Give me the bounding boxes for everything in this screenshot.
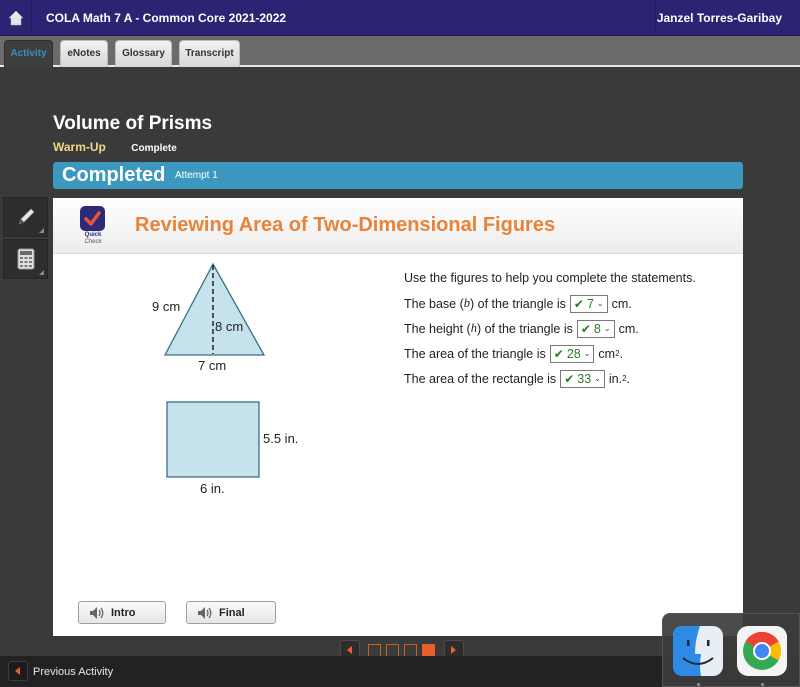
- calculator-icon: [17, 248, 34, 270]
- top-bar: COLA Math 7 A - Common Core 2021-2022 Ja…: [0, 0, 800, 36]
- statements: Use the figures to help you complete the…: [404, 264, 696, 391]
- caret-left-icon: [347, 646, 352, 654]
- answer-dropdown-height[interactable]: ✔ 8 ⌄: [576, 319, 615, 338]
- expand-corner-icon: [39, 228, 44, 233]
- rectangle-figure: [166, 401, 260, 478]
- activity-title: Reviewing Area of Two-Dimensional Figure…: [135, 214, 556, 236]
- activity-panel: Quick Check Reviewing Area of Two-Dimens…: [53, 198, 743, 636]
- tab-bar: Activity eNotes Glossary Transcript: [0, 36, 800, 67]
- finder-app-icon[interactable]: [673, 626, 723, 676]
- pencil-tool-button[interactable]: [3, 197, 48, 237]
- check-icon: ✔: [553, 346, 564, 361]
- chevron-down-icon: ⌄: [583, 349, 591, 358]
- unit-text: in.: [608, 371, 623, 386]
- statement-height: The height (h) of the triangle is ✔ 8 ⌄ cm…: [404, 316, 696, 341]
- tab-glossary[interactable]: Glossary: [115, 40, 172, 67]
- unit-text: cm.: [611, 296, 632, 311]
- dock: [662, 613, 800, 687]
- completion-banner: Completed Attempt 1: [53, 162, 743, 189]
- statement-text: The area of the rectangle is: [404, 371, 557, 386]
- previous-activity-label[interactable]: Previous Activity: [33, 666, 113, 678]
- triangle-height-label: 8 cm: [215, 319, 243, 334]
- quick-check-sublabel: Check: [84, 239, 102, 245]
- triangle-side-label: 9 cm: [152, 299, 180, 314]
- tab-activity[interactable]: Activity: [4, 40, 53, 67]
- home-icon: [7, 10, 24, 26]
- completion-label: Completed: [62, 164, 166, 186]
- statement-text: ) of the triangle is: [470, 296, 566, 311]
- page-indicator-4[interactable]: [422, 643, 435, 657]
- final-label: Final: [219, 606, 245, 619]
- page-indicators: [368, 643, 440, 657]
- statement-text: ) of the triangle is: [476, 321, 573, 336]
- statement-text: The area of the triangle is: [404, 346, 546, 361]
- instructions: Use the figures to help you complete the…: [404, 270, 696, 285]
- answer-dropdown-rectangle-area[interactable]: ✔ 33 ⌄: [560, 369, 605, 388]
- statement-text: The height (: [404, 321, 471, 336]
- user-name[interactable]: Janzel Torres-Garibay: [657, 11, 782, 25]
- section-status: Complete: [131, 143, 177, 154]
- running-indicator: [761, 683, 764, 686]
- answer-dropdown-triangle-area[interactable]: ✔ 28 ⌄: [549, 344, 595, 363]
- caret-right-icon: [451, 646, 456, 654]
- expand-corner-icon: [39, 270, 44, 275]
- pencil-icon: [17, 208, 34, 225]
- home-button[interactable]: [0, 0, 32, 36]
- statement-base: The base (b) of the triangle is ✔ 7 ⌄ cm.: [404, 291, 696, 316]
- section-label: Warm-Up: [53, 140, 106, 154]
- chevron-down-icon: ⌄: [594, 374, 601, 383]
- attempt-label: Attempt 1: [175, 170, 218, 181]
- tab-transcript[interactable]: Transcript: [179, 40, 240, 67]
- answer-dropdown-base[interactable]: ✔ 7 ⌄: [569, 294, 608, 313]
- intro-label: Intro: [111, 606, 136, 619]
- statement-rectangle-area: The area of the rectangle is ✔ 33 ⌄ in. 2.: [404, 366, 696, 391]
- unit-text: cm: [598, 346, 616, 361]
- chevron-down-icon: ⌄: [603, 324, 611, 333]
- activity-header: Quick Check Reviewing Area of Two-Dimens…: [53, 198, 743, 254]
- punctuation: .: [626, 371, 630, 386]
- speaker-icon: [198, 606, 212, 619]
- calculator-tool-button[interactable]: [3, 239, 48, 279]
- running-indicator: [697, 683, 700, 686]
- answer-value: 28: [566, 346, 581, 361]
- lesson-title: Volume of Prisms: [53, 113, 213, 134]
- statement-triangle-area: The area of the triangle is ✔ 28 ⌄ cm 2.: [404, 341, 696, 366]
- check-icon: ✔: [564, 371, 575, 386]
- speaker-icon: [90, 606, 104, 619]
- previous-activity-button[interactable]: [8, 661, 28, 681]
- rectangle-height-label: 5.5 in.: [263, 431, 298, 446]
- quick-check-icon: [80, 206, 105, 231]
- answer-value: 8: [593, 321, 601, 336]
- statement-text: The base (: [404, 296, 464, 311]
- final-audio-button[interactable]: Final: [186, 601, 276, 624]
- page-indicator-3[interactable]: [404, 643, 417, 657]
- figures: 9 cm 8 cm 7 cm 5.5 in. 6 in.: [152, 262, 298, 496]
- chevron-down-icon: ⌄: [596, 299, 604, 308]
- caret-left-icon: [15, 667, 20, 675]
- answer-value: 33: [577, 371, 592, 386]
- lesson-subnav: Warm-Up Complete: [53, 140, 177, 154]
- page-indicator-1[interactable]: [368, 643, 381, 657]
- course-title: COLA Math 7 A - Common Core 2021-2022: [46, 11, 287, 25]
- answer-value: 7: [586, 296, 594, 311]
- chrome-app-icon[interactable]: [737, 626, 787, 676]
- unit-text: cm.: [618, 321, 639, 336]
- intro-audio-button[interactable]: Intro: [78, 601, 166, 624]
- triangle-base-label: 7 cm: [198, 358, 226, 373]
- rectangle-width-label: 6 in.: [200, 481, 225, 496]
- check-icon: ✔: [580, 321, 591, 336]
- tool-sidebar: [3, 197, 48, 281]
- quick-check-label: Quick: [84, 232, 102, 238]
- page-indicator-2[interactable]: [386, 643, 399, 657]
- tab-enotes[interactable]: eNotes: [60, 40, 108, 67]
- punctuation: .: [619, 346, 624, 361]
- check-icon: ✔: [573, 296, 584, 311]
